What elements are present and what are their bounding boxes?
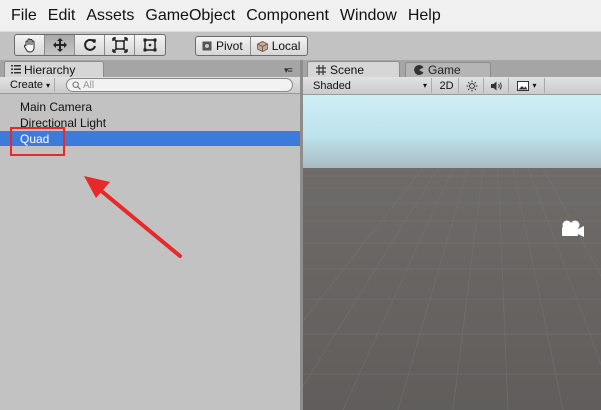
scene-tab-label: Scene (330, 62, 365, 77)
draw-mode-dropdown[interactable]: Shaded ▾ (313, 78, 432, 93)
speaker-icon (491, 81, 502, 90)
tab-scene[interactable]: Scene (307, 61, 400, 77)
scene-tab-bar: Scene Game (303, 60, 601, 77)
2d-label: 2D (439, 79, 454, 92)
tab-game[interactable]: Game (405, 62, 491, 77)
2d-toggle-button[interactable]: 2D (435, 78, 459, 93)
effects-dropdown[interactable]: ▾ (510, 78, 545, 93)
grid-lines (303, 168, 601, 410)
image-icon (517, 80, 530, 91)
pacman-icon (414, 65, 424, 75)
chevron-down-icon: ▾ (422, 81, 427, 90)
sun-icon (466, 80, 477, 91)
scene-viewport[interactable] (303, 95, 601, 410)
game-tab-label: Game (428, 63, 461, 77)
draw-mode-label: Shaded (313, 79, 351, 92)
camera-gizmo-icon[interactable] (558, 219, 586, 239)
audio-toggle-button[interactable] (485, 78, 509, 93)
lighting-toggle-button[interactable] (460, 78, 484, 93)
skybox (303, 95, 601, 168)
grid-icon (316, 64, 326, 75)
scene-toolbar: Shaded ▾ 2D ▾ (303, 77, 601, 95)
chevron-down-icon: ▾ (532, 81, 537, 90)
